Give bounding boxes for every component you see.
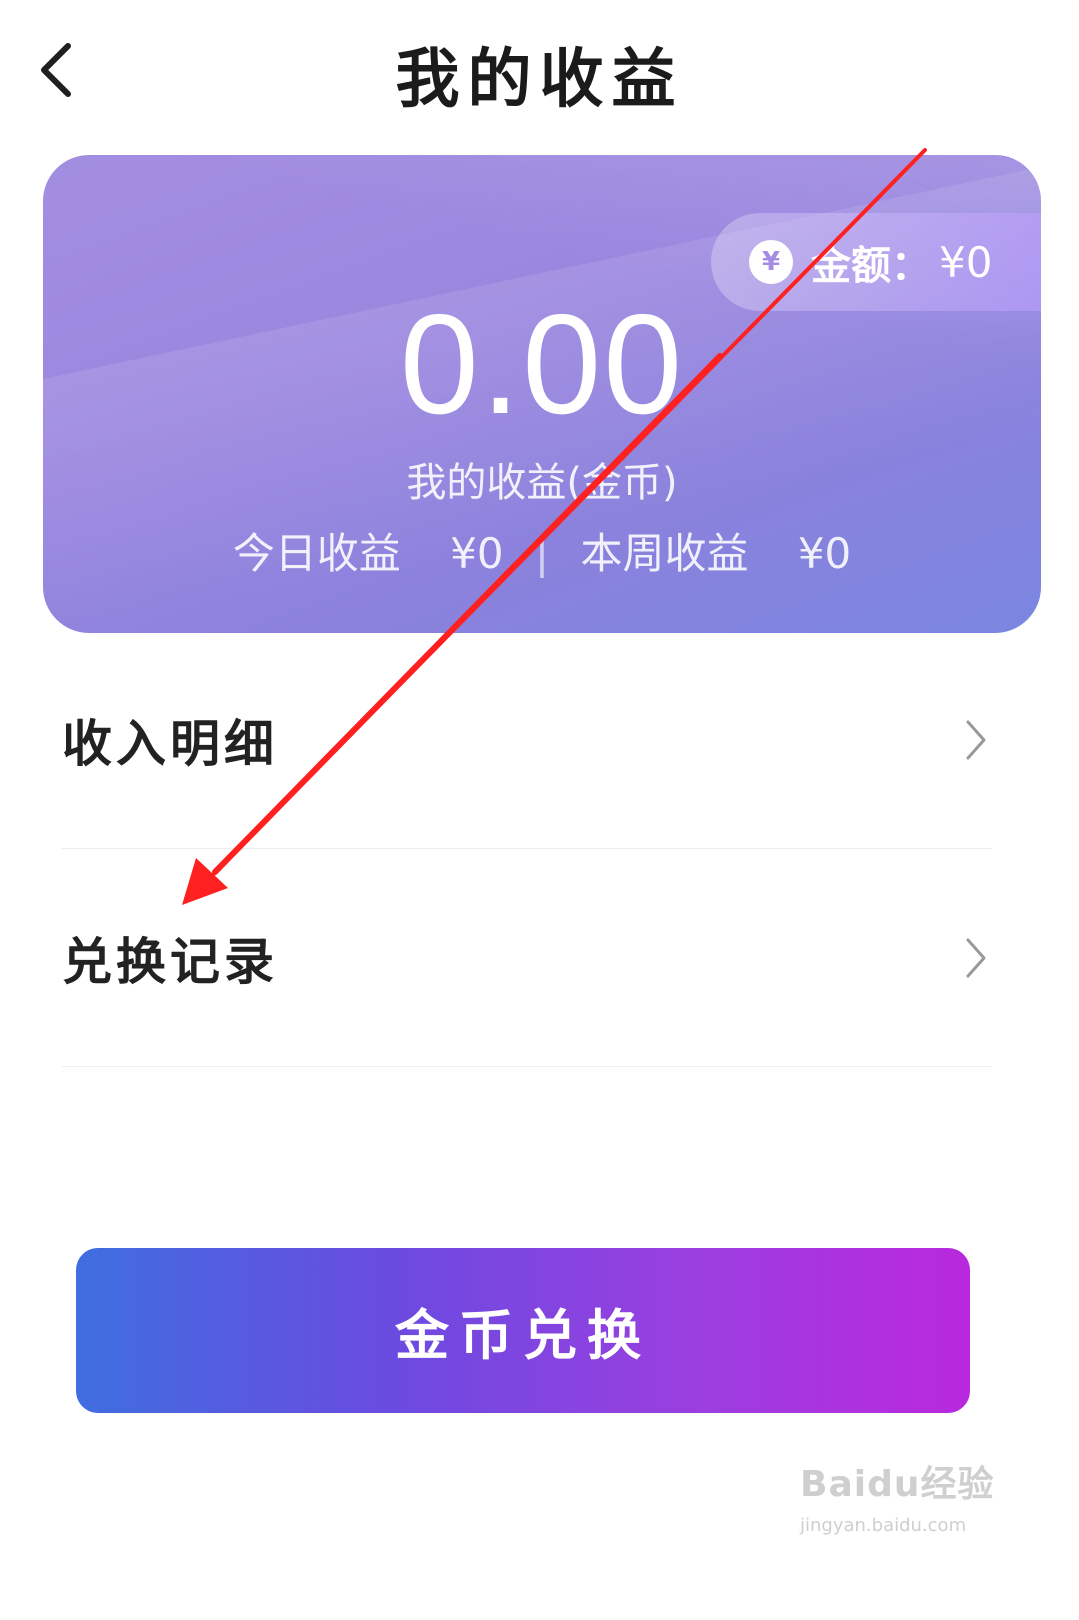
- menu-item-label: 兑换记录: [62, 932, 278, 991]
- balance-value: ¥0: [939, 237, 993, 287]
- coin-exchange-button[interactable]: 金币兑换: [76, 1248, 970, 1413]
- yuan-coin-icon: ¥: [749, 240, 793, 284]
- coin-exchange-button-label: 金币兑换: [395, 1304, 651, 1367]
- week-earnings-value: ¥0: [797, 529, 852, 578]
- today-earnings-label: 今日收益: [232, 529, 401, 578]
- earnings-stats: 今日收益 ¥0 | 本周收益 ¥0: [43, 520, 1041, 581]
- watermark-url: jingyan.baidu.com: [800, 1515, 967, 1536]
- watermark-logo: Baidu经验: [800, 1464, 995, 1505]
- chevron-right-icon: [966, 938, 986, 978]
- page-title: 我的收益: [395, 42, 684, 117]
- today-earnings-value: ¥0: [450, 529, 504, 578]
- menu-item-exchange-records[interactable]: 兑换记录: [62, 848, 992, 1067]
- stats-separator: |: [534, 529, 550, 578]
- earnings-card: ¥ 金额： ¥0 0.00 我的收益(金币) 今日收益 ¥0 | 本周收益 ¥0: [43, 155, 1041, 633]
- week-earnings-label: 本周收益: [580, 529, 749, 578]
- baidu-watermark: Baidu经验 jingyan.baidu.com: [800, 1455, 1050, 1585]
- earnings-amount: 0.00: [399, 285, 685, 444]
- menu-item-label: 收入明细: [62, 714, 278, 773]
- earnings-amount-label: 我的收益(金币): [406, 460, 678, 506]
- chevron-right-icon: [966, 720, 986, 760]
- menu-item-income-details[interactable]: 收入明细: [62, 630, 992, 849]
- app-header: 我的收益: [0, 0, 1079, 135]
